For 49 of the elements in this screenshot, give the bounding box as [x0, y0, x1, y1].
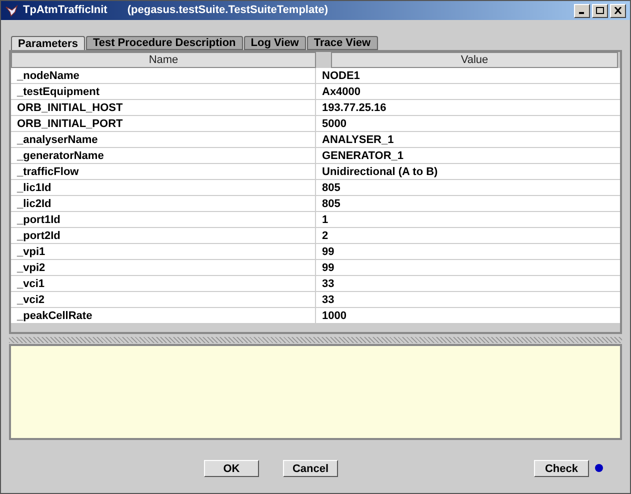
- table-cell: _lic2Id: [11, 196, 316, 211]
- tab[interactable]: Log View: [244, 36, 306, 50]
- table-cell: _analyserName: [11, 132, 316, 147]
- table-cell: _port1Id: [11, 212, 316, 227]
- table-cell: _vci2: [11, 292, 316, 307]
- tab[interactable]: Parameters: [11, 36, 85, 50]
- column-header[interactable]: Name: [11, 52, 316, 68]
- table-cell-text: Unidirectional (A to B): [321, 165, 438, 179]
- table-cell: ORB_INITIAL_PORT: [11, 116, 316, 131]
- tab[interactable]: Test Procedure Description: [86, 36, 243, 50]
- table-cell: _vpi2: [11, 260, 316, 275]
- table-cell-text: 99: [321, 261, 334, 275]
- table-cell: _generatorName: [11, 148, 316, 163]
- table-cell-text: 5000: [321, 117, 346, 131]
- table-cell: _peakCellRate: [11, 308, 316, 323]
- table-cell: _nodeName: [11, 68, 316, 83]
- window-subtitle: (pegasus.testSuite.TestSuiteTemplate): [127, 3, 328, 18]
- column-header[interactable]: Value: [331, 52, 618, 68]
- dialog-button[interactable]: OK: [204, 460, 259, 476]
- table-cell-text: ANALYSER_1: [321, 133, 394, 147]
- maximize-button[interactable]: [592, 4, 608, 18]
- table-cell-text: Ax4000: [321, 85, 361, 99]
- message-area[interactable]: [9, 344, 622, 440]
- table-cell-text: 1: [321, 213, 328, 227]
- table-cell-text: 805: [321, 197, 340, 211]
- maximize-icon: [596, 7, 604, 14]
- table-cell-text: 2: [321, 229, 328, 243]
- dialog-button[interactable]: Cancel: [283, 460, 338, 476]
- table-cell-text: 33: [321, 277, 334, 291]
- table-cell-text: 99: [321, 245, 334, 259]
- window-title: TpAtmTrafficInit: [23, 3, 108, 18]
- close-button[interactable]: [610, 4, 626, 18]
- table-cell: _trafficFlow: [11, 164, 316, 179]
- check-button[interactable]: Check: [534, 460, 589, 476]
- table-cell-text: NODE1: [321, 69, 360, 83]
- table-cell: _lic1Id: [11, 180, 316, 195]
- minimize-button[interactable]: [574, 4, 590, 18]
- table-cell: _vpi1: [11, 244, 316, 259]
- table-cell: ORB_INITIAL_HOST: [11, 100, 316, 115]
- table-cell-text: 193.77.25.16: [321, 101, 386, 115]
- table-cell-text: GENERATOR_1: [321, 149, 404, 163]
- tab[interactable]: Trace View: [306, 36, 378, 50]
- table-cell: _testEquipment: [11, 84, 316, 99]
- table-cell: _port2Id: [11, 228, 316, 243]
- table-cell-text: 33: [321, 293, 334, 307]
- table-cell: _vci1: [11, 276, 316, 291]
- table-cell-text: 1000: [321, 309, 346, 323]
- close-icon: [614, 7, 622, 14]
- table-cell-text: 805: [321, 181, 340, 195]
